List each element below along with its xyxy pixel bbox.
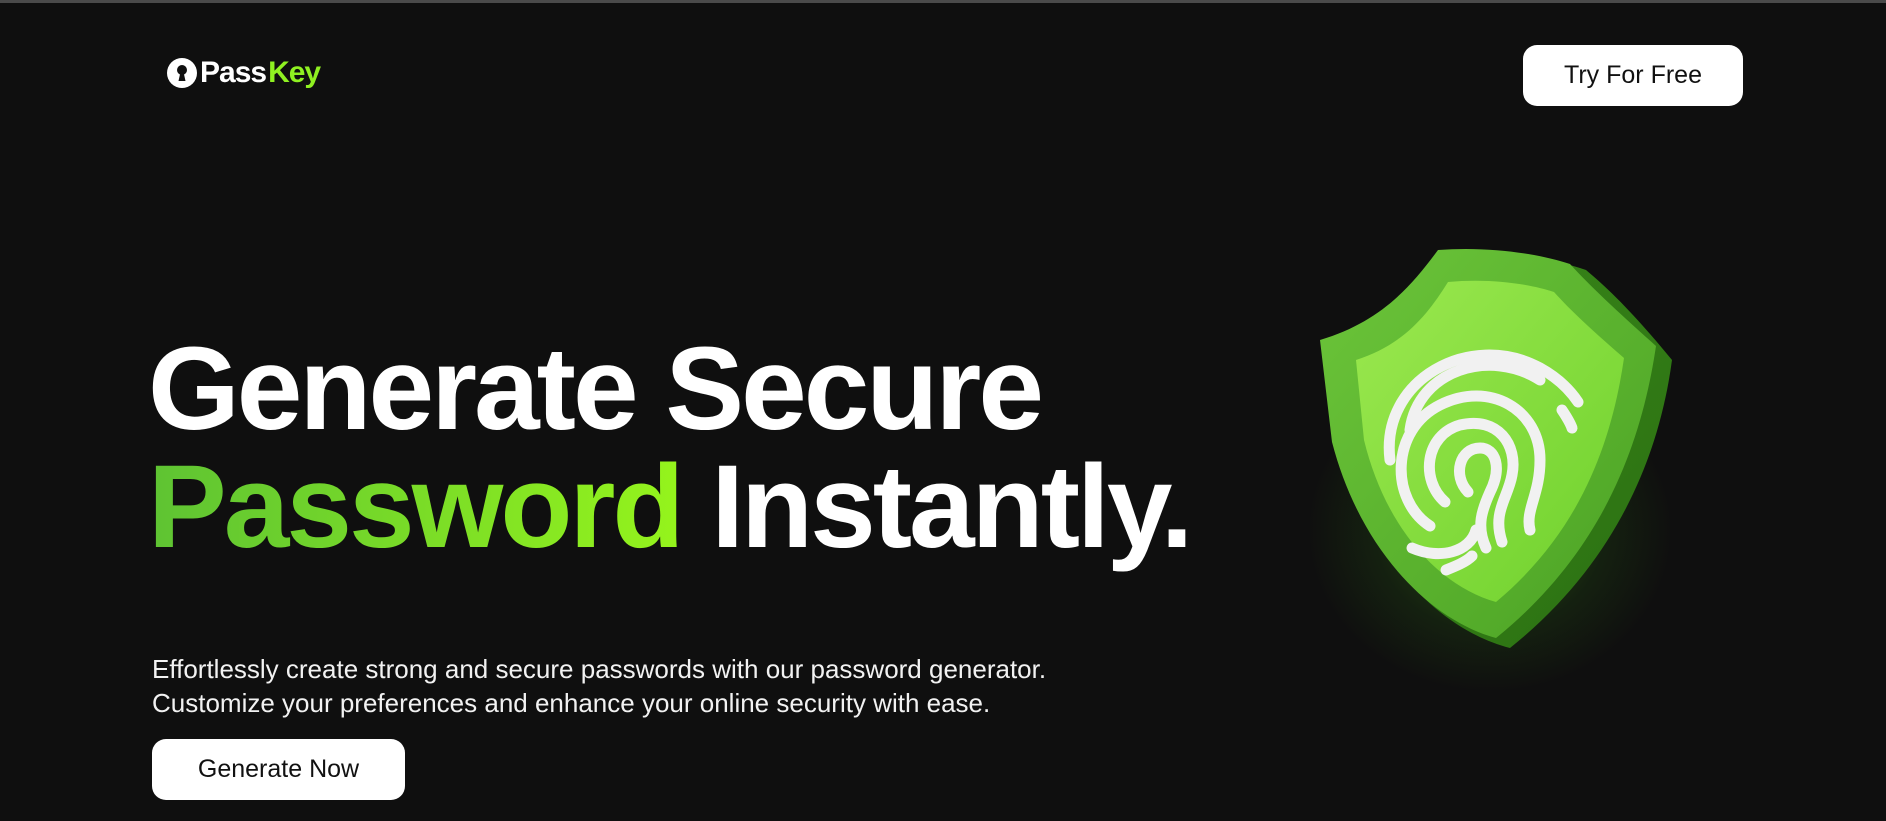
headline-highlight-password: Password [148, 441, 684, 573]
hero-description: Effortlessly create strong and secure pa… [152, 652, 1212, 720]
fingerprint-shield-icon [1320, 248, 1672, 649]
headline-instantly: Instantly. [711, 441, 1193, 573]
hero-illustration [1240, 230, 1720, 690]
hero-headline: Generate Secure Password Instantly. [148, 323, 1193, 566]
try-for-free-button[interactable]: Try For Free [1523, 45, 1743, 106]
landing-page: Pass Key Try For Free Generate Secure Pas… [0, 0, 1886, 821]
headline-line-2: Password Instantly. [148, 448, 1193, 566]
hero-description-line-2: Customize your preferences and enhance y… [152, 688, 991, 718]
logo-text-key: Key [268, 56, 321, 89]
passkey-logo[interactable]: Pass Key [166, 56, 321, 90]
keyhole-icon [167, 58, 197, 88]
headline-line-1: Generate Secure [148, 323, 1044, 455]
hero-description-line-1: Effortlessly create strong and secure pa… [152, 654, 1047, 684]
logo-text-pass: Pass [200, 56, 267, 89]
generate-now-button[interactable]: Generate Now [152, 739, 405, 800]
browser-top-border [0, 0, 1886, 3]
